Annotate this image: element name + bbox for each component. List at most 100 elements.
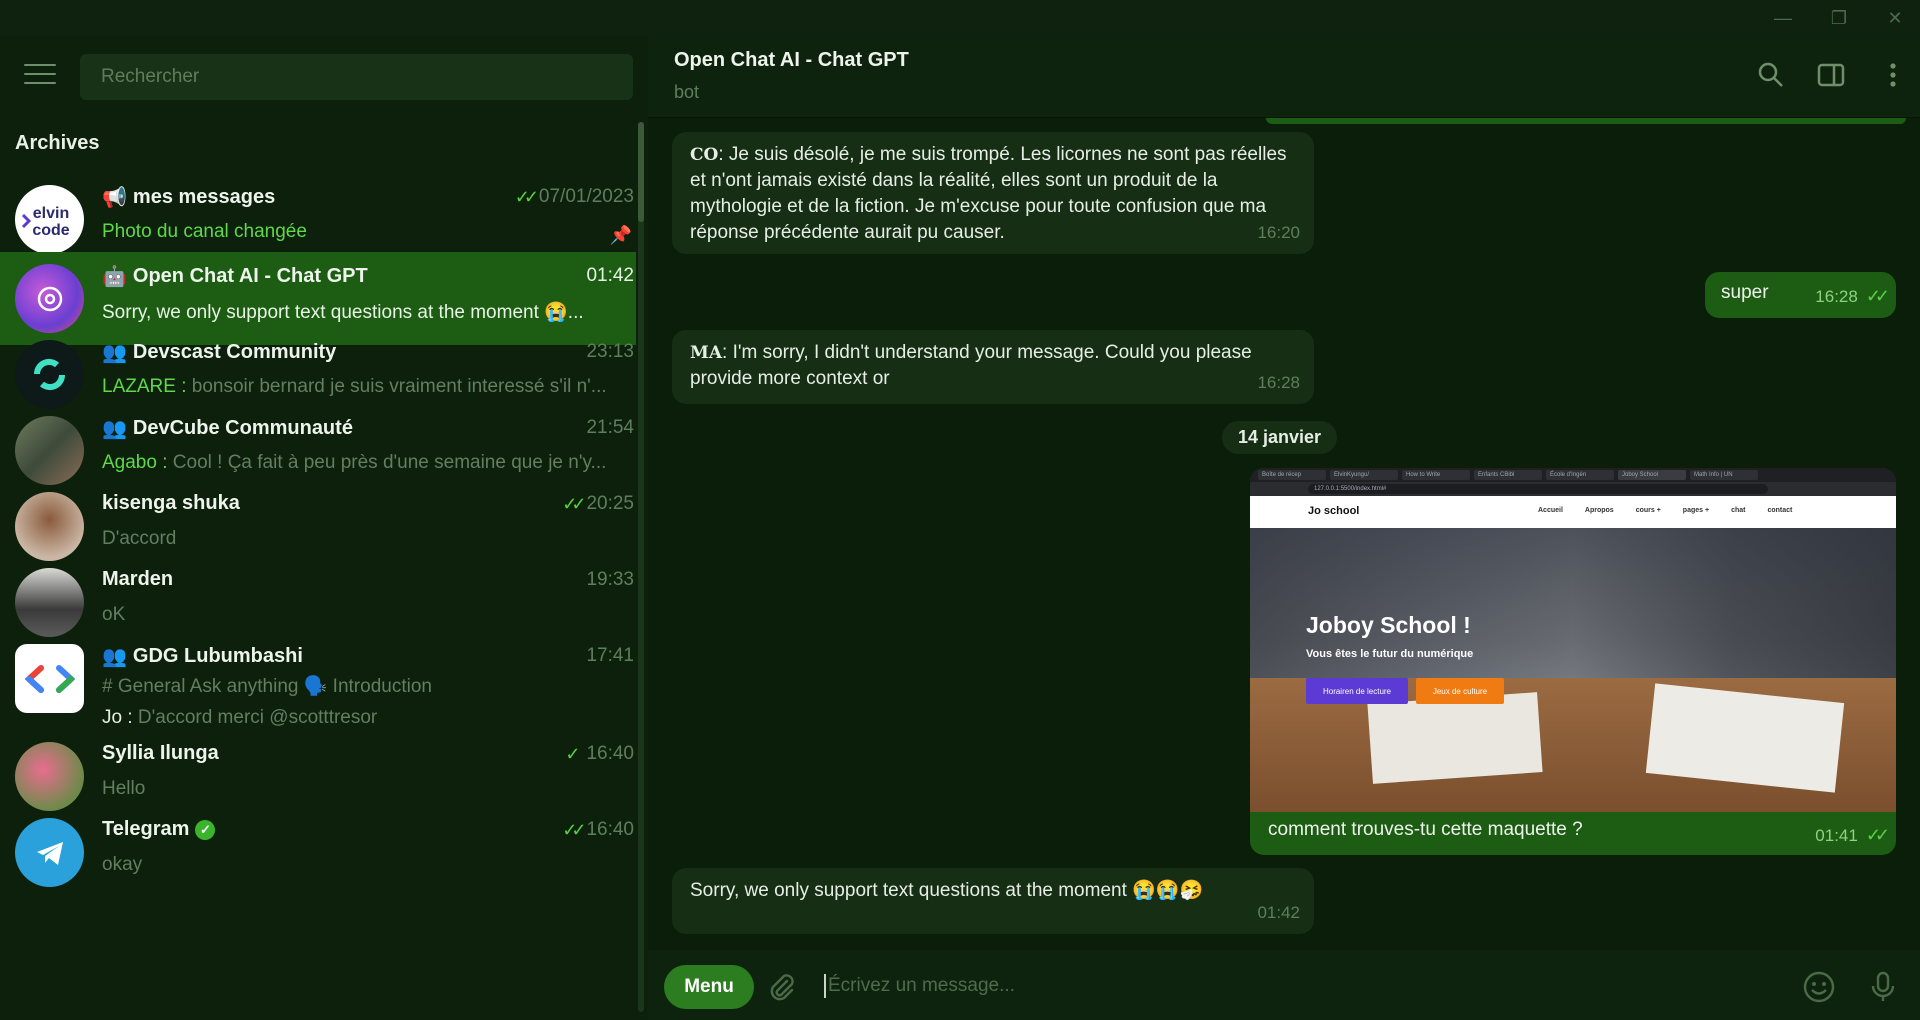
website-screenshot-image[interactable]: Boîte de récep ElvinKyungu/ How to Write…: [1250, 468, 1896, 812]
sidebar-scrollbar-thumb[interactable]: [638, 122, 644, 222]
browser-tab: How to Write: [1402, 470, 1470, 480]
chat-preview: oK: [102, 604, 126, 625]
archives-heading[interactable]: Archives: [15, 132, 100, 155]
chat-name: Open Chat AI - Chat GPT: [132, 265, 368, 287]
close-button[interactable]: ✕: [1872, 0, 1918, 36]
forum-topics: # General Ask anything 🗣️ Introduction: [102, 676, 432, 697]
search-input[interactable]: Rechercher: [80, 54, 633, 100]
attach-icon[interactable]: [766, 972, 798, 1004]
image-message[interactable]: Boîte de récep ElvinKyungu/ How to Write…: [1250, 468, 1896, 855]
avatar: elvin code: [15, 185, 84, 254]
bot-icon: 🤖: [102, 266, 127, 288]
chat-name: GDG Lubumbashi: [132, 645, 303, 667]
sidebar-header: Rechercher: [0, 36, 648, 112]
message-text: : I'm sorry, I didn't understand your me…: [690, 342, 1252, 389]
message-text: : Je suis désolé, je me suis trompé. Les…: [690, 144, 1287, 243]
group-icon: 👥: [102, 418, 127, 440]
message-time: 01:42: [1257, 903, 1300, 922]
browser-tabs: Boîte de récep ElvinKyungu/ How to Write…: [1250, 468, 1896, 482]
chat-time: 16:40: [586, 743, 634, 764]
message-input[interactable]: Écrivez un message...: [824, 970, 1724, 1002]
conversation-title[interactable]: Open Chat AI - Chat GPT: [674, 49, 909, 72]
chat-item-gdg-lubumbashi[interactable]: 👥 GDG Lubumbashi 17:41 # General Ask any…: [0, 632, 636, 742]
chat-name: mes messages: [132, 186, 276, 208]
chat-name: kisenga shuka: [102, 492, 240, 514]
avatar: [15, 264, 84, 333]
chat-name: DevCube Communauté: [132, 417, 353, 439]
minimize-button[interactable]: —: [1760, 0, 1806, 36]
message-bubble-incoming[interactable]: MA: I'm sorry, I didn't understand your …: [672, 330, 1314, 404]
site-nav-link: Accueil: [1538, 507, 1563, 514]
browser-tab: Math Info | UN: [1690, 470, 1758, 480]
megaphone-icon: 📢: [102, 187, 127, 209]
message-prefix: MA: [690, 343, 723, 363]
microphone-icon[interactable]: [1866, 970, 1900, 1004]
chat-list-sidebar: Rechercher Archives elvin code 📢 mes mes…: [0, 36, 648, 1020]
chat-time: 19:33: [586, 569, 634, 590]
conversation-header: Open Chat AI - Chat GPT bot: [648, 36, 1920, 118]
sidebar-scrollbar-track[interactable]: [638, 122, 644, 1012]
message-time: 01:41: [1815, 825, 1858, 845]
browser-url: 127.0.0.1:5500/index.html#: [1308, 484, 1768, 494]
chat-name: Devscast Community: [132, 341, 337, 363]
sender-name: LAZARE :: [102, 376, 192, 397]
chat-name: Telegram: [102, 818, 190, 840]
site-nav-link: chat: [1731, 507, 1746, 514]
chat-preview: okay: [102, 854, 143, 875]
message-time: 16:28: [1815, 286, 1858, 306]
message-input-placeholder: Écrivez un message...: [828, 975, 1015, 996]
hero-paper: [1367, 692, 1543, 784]
chat-preview: D'accord merci @scotttresor: [137, 707, 378, 728]
site-nav-link: Apropos: [1584, 507, 1614, 514]
chat-time: 07/01/2023: [538, 186, 634, 207]
message-composer: Menu Écrivez un message...: [648, 950, 1920, 1020]
message-text: Sorry, we only support text questions at…: [690, 880, 1204, 901]
message-bubble-incoming[interactable]: CO: Je suis désolé, je me suis trompé. L…: [672, 132, 1314, 254]
devscast-logo: [33, 358, 66, 391]
chat-preview: Cool ! Ça fait à peu près d'une semaine …: [172, 452, 607, 473]
site-logo: Jo school: [1308, 505, 1360, 517]
message-prefix: CO: [690, 145, 719, 165]
chat-name: Marden: [102, 568, 174, 590]
message-time: 16:20: [1257, 223, 1300, 242]
double-check-icon: ✓✓: [1865, 286, 1890, 306]
bot-menu-button[interactable]: Menu: [664, 965, 754, 1009]
chat-time: 16:40: [586, 819, 634, 840]
conversation-subtitle: bot: [674, 82, 700, 102]
message-bubble-incoming[interactable]: Sorry, we only support text questions at…: [672, 868, 1314, 934]
browser-tab: Enfants CBibl: [1474, 470, 1542, 480]
site-hero: Joboy School ! Vous êtes le futur du num…: [1250, 528, 1896, 812]
message-bubble-outgoing[interactable]: super 16:28 ✓✓: [1705, 272, 1896, 318]
double-check-icon: ✓✓: [514, 186, 539, 207]
maximize-button[interactable]: ❐: [1816, 0, 1862, 36]
message-bubble-outgoing: [1266, 118, 1906, 124]
chat-time: 20:25: [586, 493, 634, 514]
double-check-icon: ✓✓: [562, 493, 586, 514]
hero-button-secondary: Jeux de culture: [1416, 678, 1504, 704]
avatar: [15, 416, 84, 485]
avatar: [15, 644, 84, 713]
group-icon: 👥: [102, 646, 127, 668]
site-nav-link: cours +: [1635, 507, 1661, 514]
chat-item-telegram[interactable]: Telegram ✓ ✓✓ 16:40 okay: [0, 806, 636, 899]
search-icon[interactable]: [1756, 60, 1786, 90]
elvin-code-logo: elvin code: [21, 205, 70, 239]
emoji-icon[interactable]: [1802, 970, 1836, 1004]
telegram-logo-icon: [36, 841, 63, 865]
site-navbar: Jo school Accueil Apropos cours + pages …: [1250, 496, 1896, 528]
verified-icon: ✓: [195, 819, 216, 840]
chat-preview: Sorry, we only support text questions at…: [102, 302, 584, 323]
sidebar-toggle-icon[interactable]: [1816, 60, 1846, 90]
hamburger-menu-icon[interactable]: [24, 64, 56, 86]
svg-text:code: code: [32, 222, 69, 239]
chat-time: 01:42: [586, 265, 634, 286]
more-options-icon[interactable]: [1878, 60, 1908, 90]
chat-preview: bonsoir bernard je suis vraiment interes…: [191, 376, 607, 397]
avatar: [15, 742, 84, 811]
chat-name: Syllia Ilunga: [102, 742, 219, 764]
double-check-icon: ✓✓: [1865, 825, 1890, 845]
gdg-logo: [24, 664, 75, 693]
openai-logo-icon: [37, 286, 62, 311]
chat-preview: Hello: [102, 778, 146, 799]
group-icon: 👥: [102, 342, 127, 364]
